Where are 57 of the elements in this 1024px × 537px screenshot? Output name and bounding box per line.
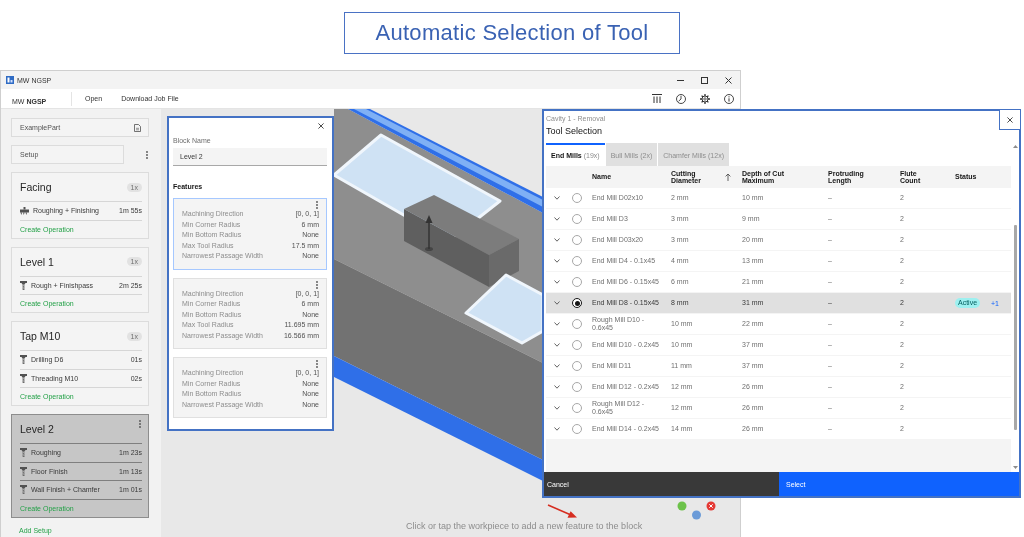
- minimize-icon[interactable]: [677, 79, 684, 81]
- facing-tool-icon: [20, 206, 29, 215]
- radio-button[interactable]: [572, 193, 582, 203]
- milling-tool-icon: [20, 466, 27, 476]
- hint-text: Click or tap the workpiece to add a new feature to the block: [406, 521, 643, 532]
- milling-tool-icon: [20, 355, 27, 365]
- chevron-down-icon[interactable]: [554, 364, 560, 368]
- radio-button[interactable]: [572, 382, 582, 392]
- close-icon[interactable]: [318, 122, 324, 129]
- radio-button[interactable]: [572, 403, 582, 413]
- chevron-down-icon[interactable]: [554, 301, 560, 305]
- info-icon[interactable]: [724, 93, 734, 104]
- chevron-down-icon[interactable]: [554, 343, 560, 347]
- radio-button[interactable]: [572, 277, 582, 287]
- maximize-icon[interactable]: [701, 76, 708, 84]
- annotation-arrow: [547, 504, 577, 518]
- milling-tool-icon: [20, 448, 27, 458]
- chevron-down-icon[interactable]: [554, 259, 560, 263]
- scrollbar-thumb[interactable]: [1014, 225, 1017, 430]
- document-icon[interactable]: [134, 123, 141, 132]
- radio-button[interactable]: [572, 235, 582, 245]
- slide-title: Automatic Selection of Tool: [344, 12, 680, 54]
- axis-gizmo-icon[interactable]: [677, 501, 716, 520]
- chevron-down-icon[interactable]: [554, 280, 560, 284]
- scroll-up-icon[interactable]: [1013, 145, 1018, 148]
- milling-tool-icon: [20, 373, 27, 383]
- chevron-down-icon[interactable]: [554, 406, 560, 410]
- close-icon[interactable]: [1007, 116, 1013, 123]
- block-title: Tap M10: [20, 330, 61, 342]
- radio-button[interactable]: [572, 214, 582, 224]
- sort-arrow-icon[interactable]: [725, 173, 731, 181]
- radio-button[interactable]: [572, 361, 582, 371]
- dialog-title: Tool Selection: [546, 126, 603, 137]
- milling-tool-icon: [20, 485, 27, 495]
- close-icon[interactable]: [725, 76, 732, 84]
- radio-button[interactable]: [572, 256, 582, 266]
- chevron-down-icon[interactable]: [554, 385, 560, 389]
- chevron-down-icon[interactable]: [554, 427, 560, 431]
- block-title: Facing: [20, 181, 52, 193]
- radio-button[interactable]: [572, 424, 582, 434]
- radio-button[interactable]: [572, 319, 582, 329]
- radio-button[interactable]: [572, 340, 582, 350]
- bars-icon[interactable]: [652, 94, 662, 103]
- close-button[interactable]: [999, 109, 1021, 130]
- block-title: Level 1: [20, 255, 54, 268]
- chevron-down-icon[interactable]: [554, 322, 560, 326]
- chevron-down-icon[interactable]: [554, 238, 560, 242]
- block-title: Level 2: [20, 423, 54, 435]
- settings-icon[interactable]: [700, 93, 710, 104]
- app-logo-icon: [6, 76, 14, 84]
- clock-icon[interactable]: [676, 93, 686, 104]
- chevron-down-icon[interactable]: [554, 217, 560, 221]
- chevron-down-icon[interactable]: [554, 196, 560, 200]
- workpiece-drawing[interactable]: [334, 109, 543, 481]
- radio-button[interactable]: [572, 298, 582, 308]
- scroll-down-icon[interactable]: [1013, 466, 1018, 469]
- milling-tool-icon: [20, 280, 27, 290]
